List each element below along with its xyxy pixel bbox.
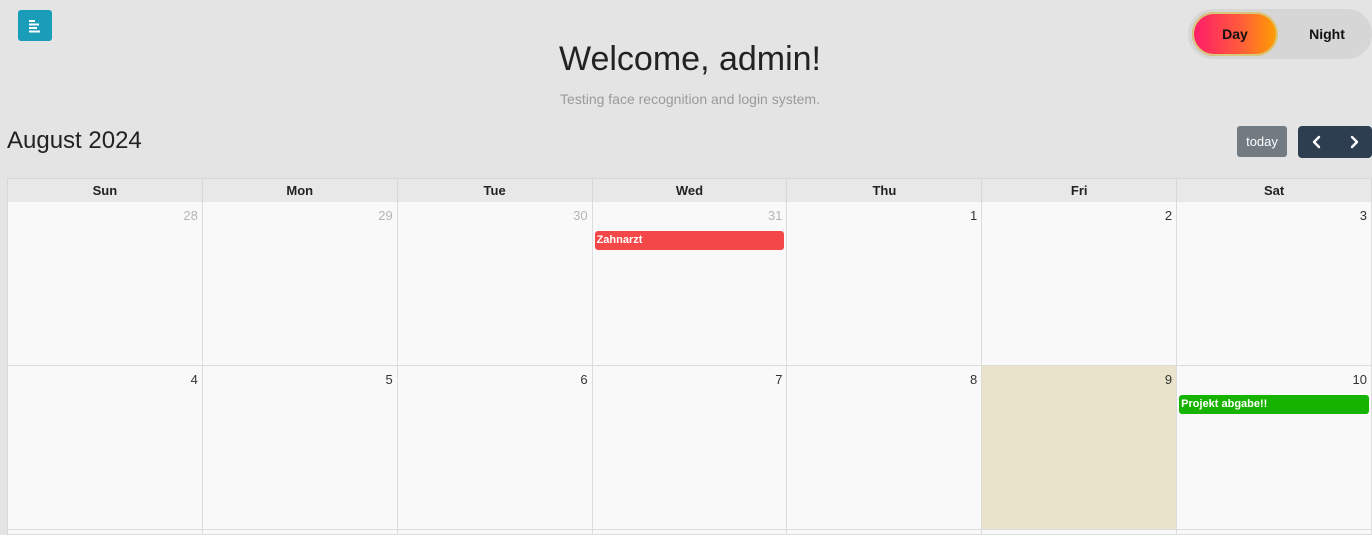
- day-cell[interactable]: 2: [982, 202, 1178, 366]
- day-number[interactable]: 4: [191, 372, 198, 387]
- day-number[interactable]: 6: [580, 372, 587, 387]
- day-number[interactable]: 2: [1165, 208, 1172, 223]
- today-button[interactable]: today: [1237, 126, 1287, 157]
- day-cell[interactable]: 31 Zahnarzt: [592, 202, 788, 366]
- day-cell[interactable]: 8: [787, 366, 983, 530]
- next-month-button[interactable]: [1335, 126, 1372, 158]
- day-cell[interactable]: 7: [592, 366, 788, 530]
- day-cell[interactable]: [592, 530, 788, 535]
- weekday-header-cell: Thu: [787, 179, 983, 203]
- day-cell[interactable]: [982, 530, 1178, 535]
- week-row: 4 5 6 7 8 9 10 Projekt abgabe!!: [8, 366, 1372, 530]
- weekday-header-cell: Wed: [592, 179, 788, 203]
- day-cell[interactable]: 5: [202, 366, 398, 530]
- calendar-nav: [1298, 126, 1372, 158]
- day-number[interactable]: 31: [768, 208, 782, 223]
- day-number[interactable]: 29: [378, 208, 392, 223]
- weekday-header-cell: Fri: [982, 179, 1178, 203]
- day-number[interactable]: 8: [970, 372, 977, 387]
- day-cell[interactable]: 10 Projekt abgabe!!: [1177, 366, 1372, 530]
- day-number[interactable]: 5: [385, 372, 392, 387]
- weekday-header-cell: Mon: [202, 179, 398, 203]
- weekday-header-cell: Sun: [8, 179, 203, 203]
- day-cell[interactable]: 1: [787, 202, 983, 366]
- day-cell[interactable]: 4: [8, 366, 203, 530]
- event-projekt-abgabe[interactable]: Projekt abgabe!!: [1179, 395, 1369, 414]
- day-number[interactable]: 3: [1360, 208, 1367, 223]
- weekday-header-cell: Tue: [397, 179, 593, 203]
- week-row: 28 29 30 31 Zahnarzt 1 2 3: [8, 202, 1372, 366]
- chevron-left-icon: [1312, 135, 1320, 149]
- calendar-title: August 2024: [7, 127, 142, 154]
- menu-button[interactable]: [18, 10, 52, 41]
- page: Day Night Welcome, admin! Testing face r…: [0, 0, 1372, 535]
- welcome-subtitle: Testing face recognition and login syste…: [560, 91, 820, 107]
- day-number[interactable]: 9: [1165, 372, 1172, 387]
- align-left-icon: [29, 19, 40, 32]
- day-cell[interactable]: [202, 530, 398, 535]
- day-cell[interactable]: 29: [202, 202, 398, 366]
- day-number[interactable]: 1: [970, 208, 977, 223]
- chevron-right-icon: [1350, 135, 1358, 149]
- event-zahnarzt[interactable]: Zahnarzt: [594, 231, 785, 250]
- day-number[interactable]: 7: [775, 372, 782, 387]
- day-cell[interactable]: [787, 530, 983, 535]
- day-cell[interactable]: [1177, 530, 1372, 535]
- day-number[interactable]: 30: [573, 208, 587, 223]
- weekday-header-cell: Sat: [1177, 179, 1372, 203]
- day-cell[interactable]: [8, 530, 203, 535]
- day-cell-today[interactable]: 9: [982, 366, 1178, 530]
- welcome-heading: Welcome, admin!: [558, 40, 822, 78]
- month-calendar: Sun Mon Tue Wed Thu Fri Sat 28 29 30 31 …: [7, 178, 1372, 535]
- weekday-header: Sun Mon Tue Wed Thu Fri Sat: [8, 178, 1372, 203]
- day-cell[interactable]: 6: [397, 366, 593, 530]
- day-cell[interactable]: 3: [1177, 202, 1372, 366]
- prev-month-button[interactable]: [1298, 126, 1335, 158]
- week-row: [8, 530, 1372, 535]
- day-number[interactable]: 10: [1353, 372, 1367, 387]
- day-number[interactable]: 28: [183, 208, 197, 223]
- day-cell[interactable]: 30: [397, 202, 593, 366]
- day-cell[interactable]: 28: [8, 202, 203, 366]
- day-cell[interactable]: [397, 530, 593, 535]
